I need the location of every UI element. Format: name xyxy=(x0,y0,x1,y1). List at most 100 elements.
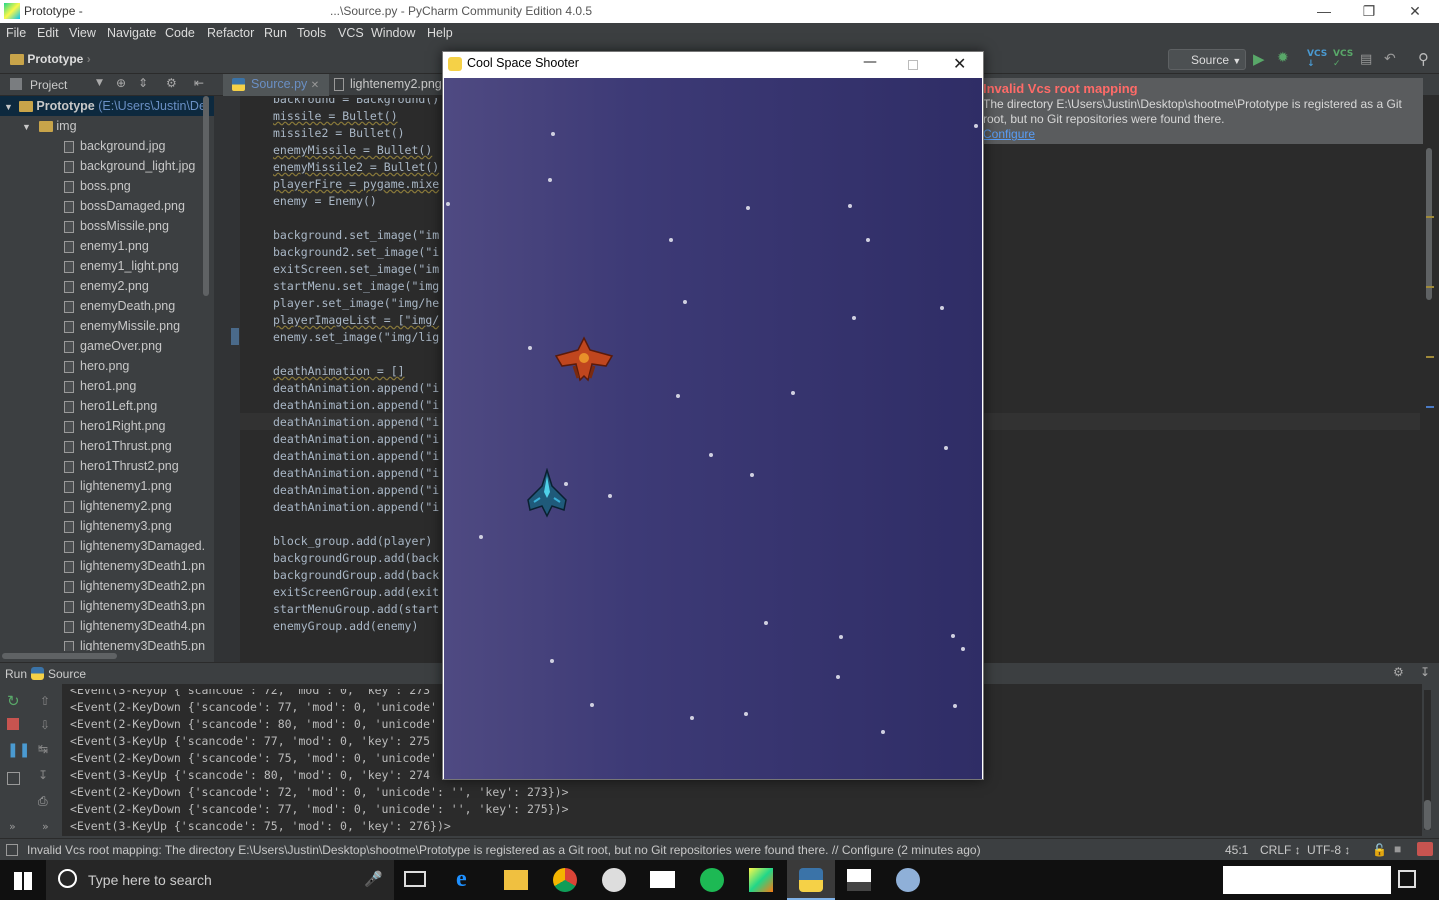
menu-edit[interactable]: Edit xyxy=(37,26,59,40)
tree-file-item[interactable]: lightenemy3Damaged. xyxy=(64,536,205,556)
menu-file[interactable]: File xyxy=(6,26,26,40)
pause-icon[interactable]: ❚❚ xyxy=(7,742,30,758)
windows-start-icon[interactable] xyxy=(14,872,32,890)
code-line[interactable]: player.set_image("img/he xyxy=(273,295,439,312)
tree-file-item[interactable]: hero1Right.png xyxy=(64,416,165,436)
console-scrollbar[interactable] xyxy=(1424,800,1431,830)
code-line[interactable]: deathAnimation.append("i xyxy=(273,380,439,397)
line-separator[interactable]: CRLF ↕ xyxy=(1260,843,1301,857)
code-line[interactable]: enemyMissile2 = Bullet() xyxy=(273,159,439,176)
maximize-icon[interactable] xyxy=(908,60,918,70)
code-line[interactable]: backgroundGroup.add(back xyxy=(273,567,439,584)
tree-folder-img[interactable]: ▼ img xyxy=(22,116,77,136)
run-config-select[interactable]: Source ▼ xyxy=(1168,49,1246,70)
menu-run[interactable]: Run xyxy=(264,26,287,40)
cursor-position[interactable]: 45:1 xyxy=(1225,843,1248,857)
code-line[interactable]: deathAnimation.append("i xyxy=(273,465,439,482)
project-view-label[interactable]: Project xyxy=(30,78,67,92)
soft-wrap-icon[interactable]: ↹ xyxy=(38,742,48,756)
tree-file-item[interactable]: hero1Thrust2.png xyxy=(64,456,179,476)
paint-icon[interactable] xyxy=(896,868,920,892)
code-line[interactable]: backgroundGroup.add(back xyxy=(273,550,439,567)
gear-icon[interactable]: ⚙ xyxy=(166,76,177,90)
taskbar-white-box[interactable] xyxy=(1223,866,1391,894)
tree-file-item[interactable]: enemyMissile.png xyxy=(64,316,180,336)
more-icon[interactable]: » xyxy=(42,820,49,833)
tree-file-item[interactable]: boss.png xyxy=(64,176,131,196)
code-line[interactable]: enemy.set_image("img/lig xyxy=(273,329,439,346)
tree-file-item[interactable]: bossDamaged.png xyxy=(64,196,185,216)
collapse-icon[interactable]: ⇕ xyxy=(138,76,148,90)
tree-file-item[interactable]: enemy1.png xyxy=(64,236,149,256)
game-canvas[interactable] xyxy=(444,78,982,779)
code-line[interactable]: missile2 = Bullet() xyxy=(273,125,405,142)
code-line[interactable]: exitScreen.set_image("im xyxy=(273,261,439,278)
vcs-notification[interactable]: Invalid Vcs root mapping The directory E… xyxy=(983,78,1423,144)
code-line[interactable]: exitScreenGroup.add(exit xyxy=(273,584,439,601)
edge-icon[interactable]: e xyxy=(456,866,467,893)
editor-scrollbar[interactable] xyxy=(1426,148,1432,300)
chevron-down-icon[interactable]: ▼ xyxy=(96,78,103,88)
tree-root[interactable]: ▼ Prototype (E:\Users\Justin\De xyxy=(0,96,214,116)
code-line[interactable]: deathAnimation.append("i xyxy=(273,431,439,448)
lock-icon[interactable]: 🔓 xyxy=(1372,843,1387,857)
tree-file-item[interactable]: lightenemy3Death5.pn xyxy=(64,636,205,651)
tab-lightenemy2-png[interactable]: lightenemy2.png xyxy=(322,74,442,96)
tree-file-item[interactable]: lightenemy3Death4.pn xyxy=(64,616,205,636)
tree-file-item[interactable]: hero1.png xyxy=(64,376,136,396)
search-icon[interactable]: ⚲ xyxy=(1418,50,1429,68)
configure-link[interactable]: Configure xyxy=(983,127,1035,141)
code-line[interactable]: deathAnimation = [] xyxy=(273,363,405,380)
inspector-icon[interactable]: ■ xyxy=(1394,842,1401,856)
code-line[interactable]: startMenu.set_image("img xyxy=(273,278,439,295)
hide-panel-icon[interactable]: ↧ xyxy=(1420,665,1430,679)
tree-file-item[interactable]: background.jpg xyxy=(64,136,165,156)
code-line[interactable]: block_group.add(player) xyxy=(273,533,432,550)
code-line[interactable]: missile = Bullet() xyxy=(273,108,398,125)
warning-marker[interactable] xyxy=(1426,286,1434,288)
menu-window[interactable]: Window xyxy=(371,26,415,40)
file-encoding[interactable]: UTF-8 ↕ xyxy=(1307,843,1350,857)
file-explorer-icon[interactable] xyxy=(504,870,528,890)
restore-icon[interactable]: ❐ xyxy=(1346,0,1392,23)
breadcrumb[interactable]: Prototype › xyxy=(10,52,91,66)
microphone-icon[interactable]: 🎤 xyxy=(364,870,383,888)
tab-source-py[interactable]: Source.py ✕ xyxy=(223,74,329,96)
usage-marker[interactable] xyxy=(1426,406,1434,408)
tool-windows-icon[interactable] xyxy=(6,844,18,856)
tree-file-item[interactable]: lightenemy1.png xyxy=(64,476,172,496)
rerun-icon[interactable]: ↻ xyxy=(7,692,20,710)
menu-view[interactable]: View xyxy=(69,26,96,40)
arrow-up-icon[interactable]: ⇧ xyxy=(40,694,50,708)
more-icon[interactable]: » xyxy=(9,820,16,833)
app-icon[interactable] xyxy=(602,868,626,892)
close-tab-icon[interactable]: ✕ xyxy=(311,80,319,91)
warning-marker[interactable] xyxy=(1426,216,1434,218)
vcs-commit-icon[interactable]: VCS ✓ xyxy=(1333,49,1353,69)
tree-file-item[interactable]: gameOver.png xyxy=(64,336,162,356)
menu-tools[interactable]: Tools xyxy=(297,26,326,40)
tree-file-item[interactable]: lightenemy2.png xyxy=(64,496,172,516)
target-icon[interactable]: ⊕ xyxy=(116,76,126,90)
notifications-icon[interactable] xyxy=(1398,870,1416,888)
code-line[interactable]: background2.set_image("i xyxy=(273,244,439,261)
gear-icon[interactable]: ⚙ xyxy=(1393,665,1404,679)
history-icon[interactable]: ▤ xyxy=(1360,52,1372,67)
menu-navigate[interactable]: Navigate xyxy=(107,26,156,40)
game-window[interactable]: Cool Space Shooter — ✕ xyxy=(442,51,984,780)
arrow-down-icon[interactable]: ⇩ xyxy=(40,718,50,732)
print-icon[interactable]: ⎙ xyxy=(38,794,48,809)
spotify-icon[interactable] xyxy=(700,868,724,892)
chrome-icon[interactable] xyxy=(553,868,577,892)
revert-icon[interactable]: ↶ xyxy=(1384,51,1396,67)
close-icon[interactable]: ✕ xyxy=(953,54,966,73)
code-line[interactable]: startMenuGroup.add(start xyxy=(273,601,439,618)
tree-file-item[interactable]: lightenemy3.png xyxy=(64,516,172,536)
code-line[interactable]: enemy = Enemy() xyxy=(273,193,377,210)
hide-panel-icon[interactable]: ⇤ xyxy=(194,76,204,90)
code-line[interactable]: background.set_image("im xyxy=(273,227,439,244)
task-view-icon[interactable] xyxy=(404,871,426,887)
close-icon[interactable]: ✕ xyxy=(1392,0,1438,23)
scroll-end-icon[interactable]: ↧ xyxy=(38,768,48,782)
status-message[interactable]: Invalid Vcs root mapping: The directory … xyxy=(27,843,981,857)
